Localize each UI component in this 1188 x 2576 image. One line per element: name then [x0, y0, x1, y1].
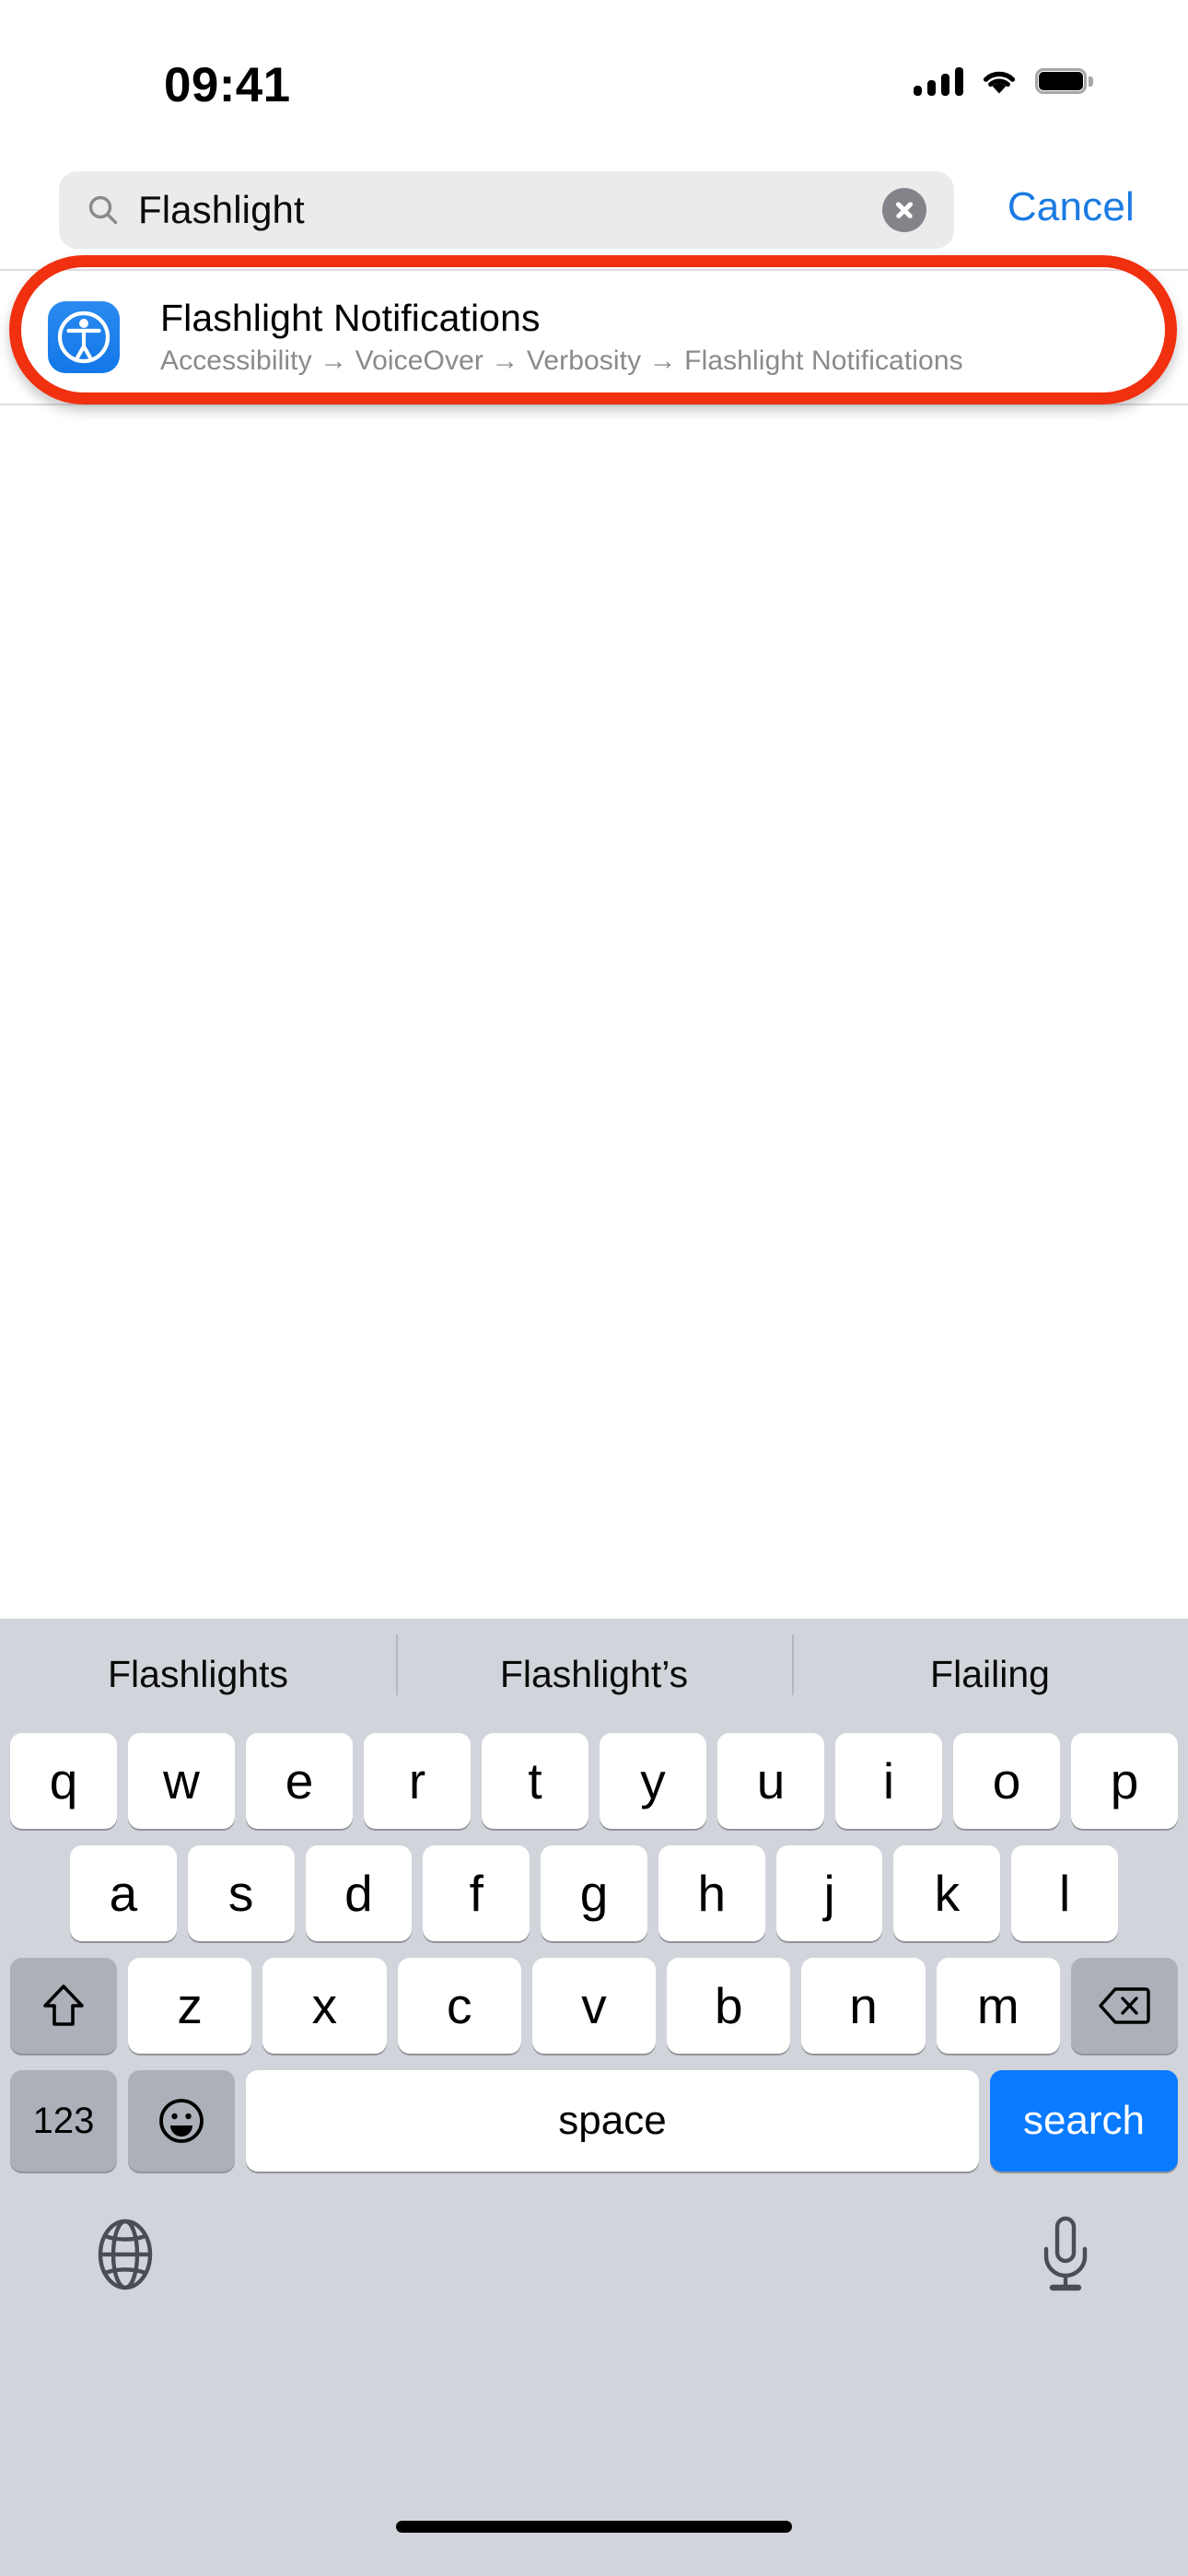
key-j[interactable]: j [775, 1845, 883, 1941]
key-b[interactable]: b [667, 1958, 791, 2054]
keyboard-row-3: z x c v b n m [0, 1958, 1188, 2054]
delete-backspace-icon[interactable] [1070, 1958, 1178, 2054]
iphone-screen: 09:41 Flashlight Cancel Flashlight Notif… [0, 0, 1188, 2576]
search-key[interactable]: search [990, 2070, 1178, 2172]
key-c[interactable]: c [397, 1958, 521, 2054]
key-x[interactable]: x [262, 1958, 387, 2054]
key-p[interactable]: p [1071, 1733, 1178, 1829]
key-l[interactable]: l [1011, 1845, 1119, 1941]
status-bar-indicators [914, 63, 1093, 100]
search-result-title: Flashlight Notifications [160, 296, 541, 339]
key-z[interactable]: z [128, 1958, 252, 2054]
keyboard-row-2: a s d f g h j k l [0, 1845, 1188, 1941]
key-w[interactable]: w [128, 1733, 235, 1829]
keyboard-row-1: q w e r t y u i o p [0, 1733, 1188, 1829]
key-q[interactable]: q [10, 1733, 117, 1829]
key-s[interactable]: s [187, 1845, 295, 1941]
key-g[interactable]: g [541, 1845, 647, 1941]
search-icon [88, 195, 118, 225]
key-u[interactable]: u [717, 1733, 824, 1829]
keyboard-bottom-bar [0, 2190, 1188, 2328]
battery-full-icon [1035, 68, 1093, 94]
key-i[interactable]: i [835, 1733, 942, 1829]
key-r[interactable]: r [364, 1733, 471, 1829]
key-o[interactable]: o [953, 1733, 1060, 1829]
status-bar-time: 09:41 [164, 58, 291, 112]
numbers-key[interactable]: 123 [10, 2070, 117, 2172]
accessibility-icon [48, 301, 120, 373]
list-separator-bottom [0, 404, 1188, 405]
key-a[interactable]: a [70, 1845, 177, 1941]
key-h[interactable]: h [658, 1845, 765, 1941]
clear-text-icon[interactable] [882, 188, 926, 232]
search-result-item[interactable]: Flashlight Notifications Accessibility →… [0, 271, 1188, 404]
search-input[interactable]: Flashlight [59, 171, 954, 249]
status-bar: 09:41 [0, 0, 1188, 138]
key-d[interactable]: d [305, 1845, 413, 1941]
suggestion-item-2[interactable]: Flailing [792, 1633, 1188, 1695]
emoji-smiley-icon[interactable] [128, 2070, 235, 2172]
wifi-icon [983, 71, 1016, 94]
search-result-breadcrumb: Accessibility → VoiceOver → Verbosity → … [160, 345, 963, 377]
microphone-dictation-icon[interactable] [1037, 2214, 1094, 2295]
key-k[interactable]: k [893, 1845, 1001, 1941]
onscreen-keyboard: Flashlights Flashlight’s Flailing q w e … [0, 1619, 1188, 2576]
globe-keyboard-switch-icon[interactable] [87, 2216, 163, 2293]
keyboard-suggestion-bar: Flashlights Flashlight’s Flailing [0, 1619, 1188, 1729]
key-m[interactable]: m [936, 1958, 1060, 2054]
space-key[interactable]: space [246, 2070, 979, 2172]
suggestion-item-0[interactable]: Flashlights [0, 1655, 396, 1693]
keyboard-row-4: 123 space search [0, 2070, 1188, 2172]
key-n[interactable]: n [801, 1958, 926, 2054]
cancel-button[interactable]: Cancel [1007, 184, 1135, 230]
search-bar: Flashlight Cancel [0, 171, 1188, 249]
suggestion-item-1[interactable]: Flashlight’s [396, 1633, 792, 1695]
key-v[interactable]: v [531, 1958, 657, 2054]
key-y[interactable]: y [600, 1733, 706, 1829]
shift-key-icon[interactable] [10, 1958, 117, 2054]
search-results-list: Flashlight Notifications Accessibility →… [0, 269, 1188, 405]
key-e[interactable]: e [246, 1733, 353, 1829]
cellular-signal-icon [914, 66, 963, 96]
key-t[interactable]: t [482, 1733, 588, 1829]
home-indicator-bar [396, 2521, 792, 2533]
key-f[interactable]: f [423, 1845, 530, 1941]
search-result-text: Flashlight Notifications Accessibility →… [160, 296, 963, 377]
search-input-value: Flashlight [138, 188, 305, 231]
